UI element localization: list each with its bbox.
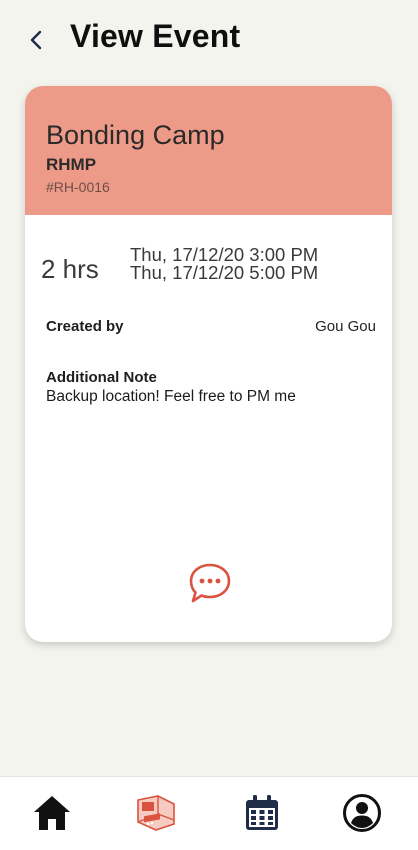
created-by-label: Created by [46,318,124,335]
event-duration: 2 hrs [41,254,99,284]
event-datetime: Thu, 17/12/20 3:00 PM Thu, 17/12/20 5:00… [130,245,319,283]
nav-calendar[interactable] [240,791,284,835]
additional-note-value: Backup location! Feel free to PM me [46,388,296,405]
nav-profile[interactable] [340,791,384,835]
created-by-value: Gou Gou [315,318,376,335]
profile-icon [343,794,381,832]
header: View Event [0,0,418,80]
chevron-left-icon [30,30,42,50]
event-title: Bonding Camp [46,120,225,150]
chat-button[interactable] [187,562,233,604]
bottom-nav [0,776,418,850]
chat-bubble-icon [189,563,231,603]
app-root: View Event Bonding Camp RHMP #RH-0016 2 … [0,0,418,850]
page-title: View Event [70,18,241,54]
nav-room[interactable] [134,791,178,835]
event-end: Thu, 17/12/20 5:00 PM [130,262,319,283]
nav-home[interactable] [30,791,74,835]
additional-note-label: Additional Note [46,369,157,386]
event-group: RHMP [46,155,97,174]
event-id: #RH-0016 [46,179,110,195]
room-icon [137,795,175,831]
event-card: Bonding Camp RHMP #RH-0016 2 hrs Thu, 17… [25,86,392,642]
back-button[interactable] [22,26,50,54]
calendar-icon [246,795,278,830]
event-card-header: Bonding Camp RHMP #RH-0016 [25,86,392,215]
home-icon [34,796,70,830]
